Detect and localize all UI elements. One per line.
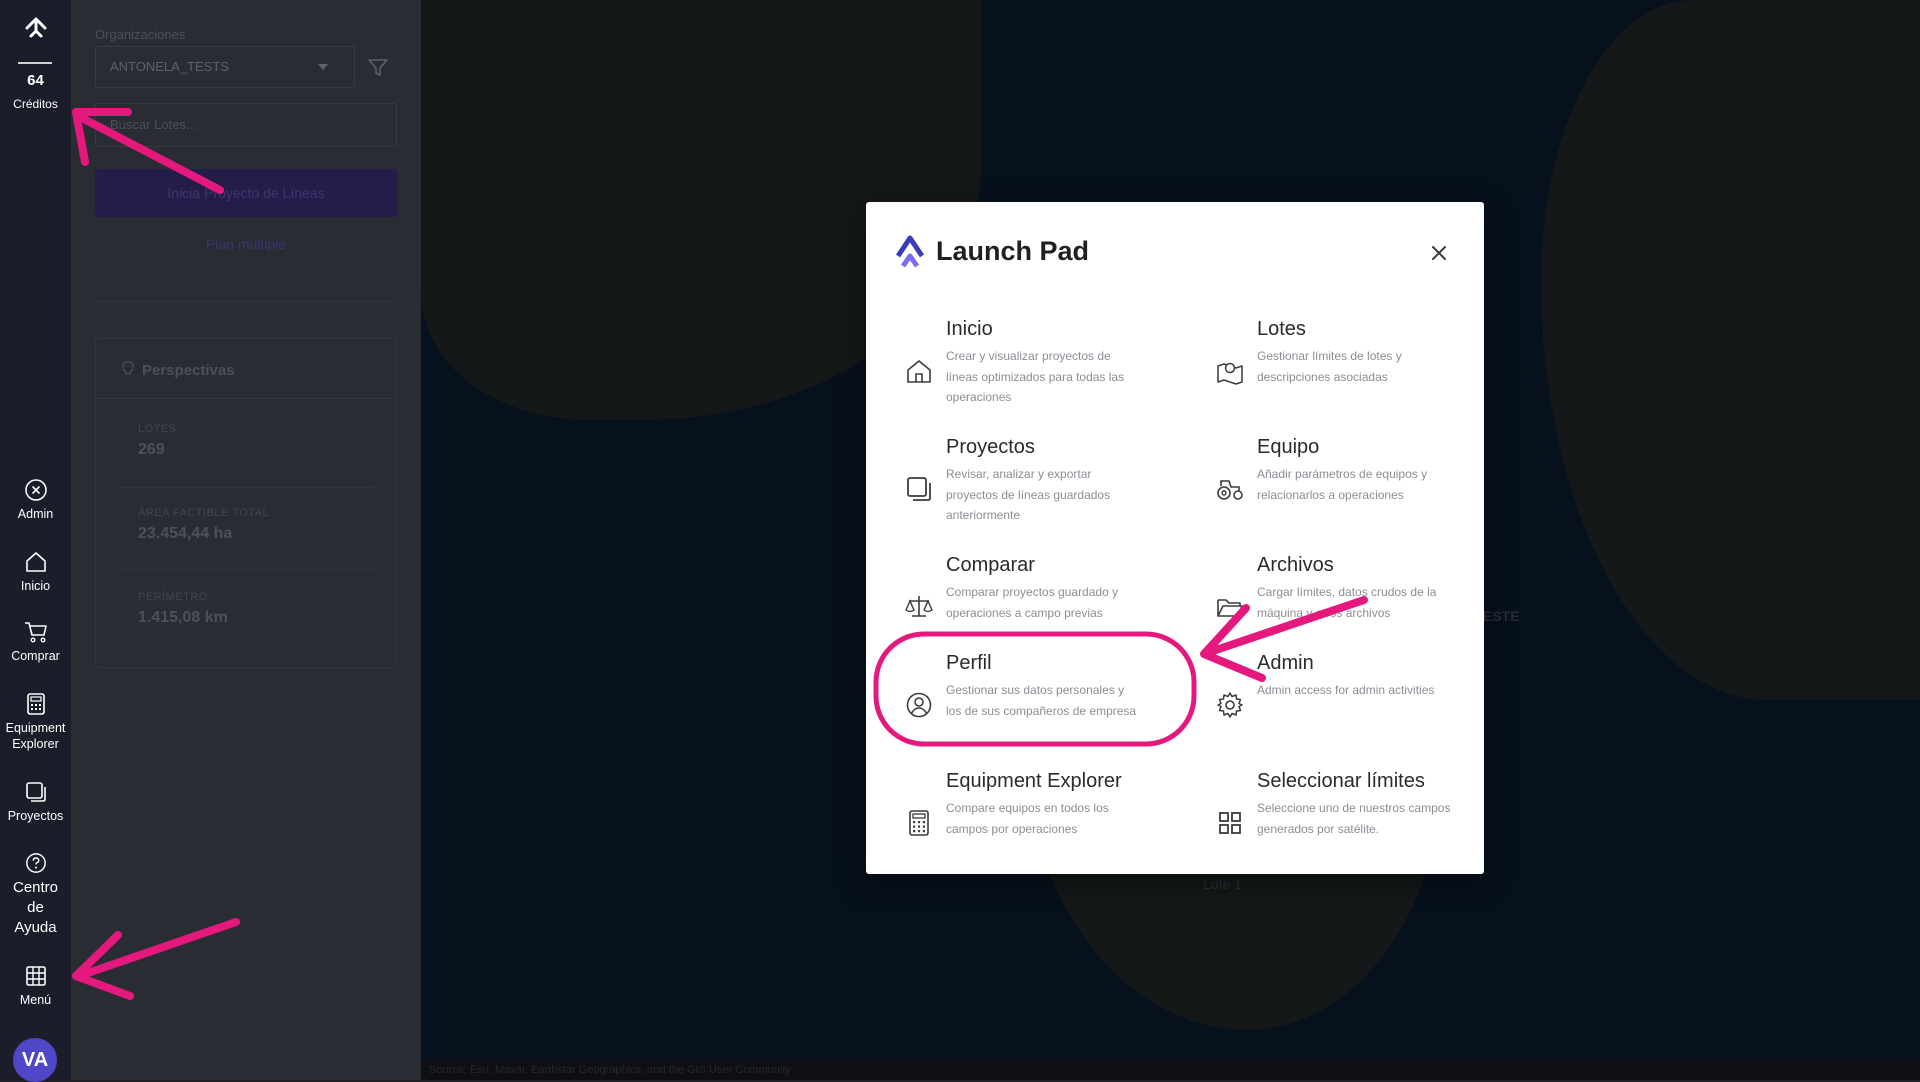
- stat-value: 1.415,08 km: [138, 609, 228, 626]
- grid-icon: [1219, 812, 1241, 834]
- launch-item-name: Admin: [1257, 652, 1314, 674]
- launch-pad-modal: Launch Pad Inicio Crear y visualizar pro…: [866, 202, 1484, 874]
- nav-equipment-explorer[interactable]: Equipment Explorer: [0, 692, 71, 752]
- panel-divider: [95, 301, 397, 302]
- map-label-lote: Lote 1: [1203, 876, 1242, 892]
- stat-divider: [120, 569, 374, 570]
- launch-item-desc: Revisar, analizar y exportar proyectos d…: [946, 467, 1111, 522]
- modal-title: Launch Pad: [936, 236, 1090, 266]
- user-circle-icon: [906, 692, 932, 718]
- launch-item-desc: Cargar límites, datos crudos de la máqui…: [1257, 585, 1437, 620]
- nav-comprar[interactable]: Comprar: [0, 620, 71, 664]
- nav-inicio[interactable]: Inicio: [0, 550, 71, 594]
- credits-value: 64: [27, 72, 44, 89]
- grid-icon: [25, 966, 46, 986]
- stat-value: 269: [138, 441, 165, 458]
- calculator-icon: [26, 693, 45, 715]
- nav-proyectos-label: Proyectos: [7, 809, 64, 823]
- side-panel: Organizaciones ANTONELA_TESTS Buscar Lot…: [71, 0, 421, 1080]
- stat-label: PERÍMETRO: [138, 591, 208, 603]
- map-land-africa: [1541, 0, 1920, 700]
- folder-icon: [1217, 599, 1243, 617]
- launch-item-name: Comparar: [946, 554, 1035, 576]
- launch-item-name: Lotes: [1257, 318, 1306, 340]
- circle-x-icon: [24, 479, 47, 501]
- launch-item-name: Equipo: [1257, 436, 1320, 458]
- calculator-icon: [909, 810, 929, 836]
- launch-item-desc: Compare equipos en todos los campos por …: [946, 801, 1109, 836]
- nav-proyectos[interactable]: Proyectos: [0, 780, 71, 824]
- stat-lotes: LOTES 269: [138, 423, 177, 459]
- launch-item-name: Inicio: [946, 318, 993, 340]
- map-label-este: ESTE: [1483, 608, 1520, 624]
- launch-item-desc: Añadir parámetros de equipos y relaciona…: [1257, 467, 1428, 502]
- nav-inicio-label: Inicio: [20, 579, 51, 593]
- stat-value: 23.454,44 ha: [138, 525, 233, 542]
- nav-menu-label: Menú: [19, 993, 52, 1007]
- start-project-button[interactable]: Inicia Proyecto de Líneas: [95, 169, 397, 217]
- launch-item-name: Proyectos: [946, 436, 1035, 458]
- perspectives-header: Perspectivas: [96, 339, 396, 399]
- lightbulb-icon: [122, 361, 134, 381]
- launch-item-name: Equipment Explorer: [946, 770, 1122, 792]
- gear-icon: [1217, 692, 1243, 718]
- nav-admin-label: Admin: [17, 507, 54, 521]
- chevron-down-icon: [318, 64, 328, 70]
- map-attribution: Source: Esri, Maxar, Earthstar Geographi…: [421, 1060, 1920, 1080]
- nav-comprar-label: Comprar: [11, 649, 60, 663]
- launch-item-desc: Gestionar sus datos personales y los de …: [946, 683, 1137, 718]
- nav-centro-de-ayuda-label: Centro de Ayuda: [12, 879, 59, 936]
- cart-icon: [24, 622, 47, 643]
- close-icon: [1432, 246, 1446, 260]
- map-pin-icon: [1217, 362, 1243, 385]
- launch-item-name: Archivos: [1257, 554, 1334, 576]
- stat-label: ÁREA FACTIBLE TOTAL: [138, 507, 270, 519]
- search-lotes-input[interactable]: Buscar Lotes...: [95, 103, 397, 147]
- projects-icon: [907, 477, 931, 501]
- launch-item-desc: Comparar proyectos guardado y operacione…: [946, 585, 1119, 620]
- home-icon: [25, 552, 46, 572]
- organizations-label: Organizaciones: [95, 27, 186, 42]
- stat-label: LOTES: [138, 423, 177, 435]
- app-logo-icon[interactable]: [0, 14, 71, 45]
- stat-perimetro: PERÍMETRO 1.415,08 km: [138, 591, 228, 627]
- launch-item-name: Seleccionar límites: [1257, 770, 1425, 792]
- launch-item-desc: Gestionar límites de lotes y descripcion…: [1257, 349, 1402, 384]
- scale-icon: [905, 596, 933, 617]
- close-button[interactable]: [1426, 240, 1452, 266]
- projects-icon: [25, 782, 46, 802]
- organization-select[interactable]: ANTONELA_TESTS: [95, 46, 355, 88]
- stat-divider: [120, 487, 374, 488]
- multi-plan-link[interactable]: Plan múltiple: [95, 236, 397, 252]
- launch-pad-logo-icon: [895, 234, 925, 273]
- rail-divider: [18, 62, 52, 64]
- launch-item-desc: Seleccione uno de nuestros campos genera…: [1257, 801, 1451, 836]
- home-icon: [907, 360, 931, 383]
- avatar[interactable]: VA: [13, 1038, 57, 1082]
- nav-centro-de-ayuda[interactable]: Centro de Ayuda: [0, 852, 71, 938]
- launch-item-name: Perfil: [946, 652, 992, 674]
- credits-label: Créditos: [13, 97, 58, 111]
- nav-menu[interactable]: Menú: [0, 964, 71, 1008]
- help-icon: [25, 853, 46, 873]
- left-rail: 64 Créditos Admin Inicio Comprar Equipme…: [0, 0, 71, 1082]
- launch-item-desc: Admin access for admin activities: [1257, 683, 1435, 697]
- perspectives-title: Perspectivas: [142, 361, 235, 379]
- perspectives-card: Perspectivas LOTES 269 ÁREA FACTIBLE TOT…: [95, 338, 397, 668]
- stat-area: ÁREA FACTIBLE TOTAL 23.454,44 ha: [138, 507, 269, 543]
- launch-item-desc: Crear y visualizar proyectos de líneas o…: [946, 349, 1125, 404]
- nav-admin[interactable]: Admin: [0, 478, 71, 522]
- nav-equipment-explorer-label: Equipment Explorer: [5, 721, 66, 751]
- filter-icon[interactable]: [367, 58, 389, 83]
- tractor-icon: [1217, 480, 1243, 500]
- organization-select-value: ANTONELA_TESTS: [110, 59, 229, 74]
